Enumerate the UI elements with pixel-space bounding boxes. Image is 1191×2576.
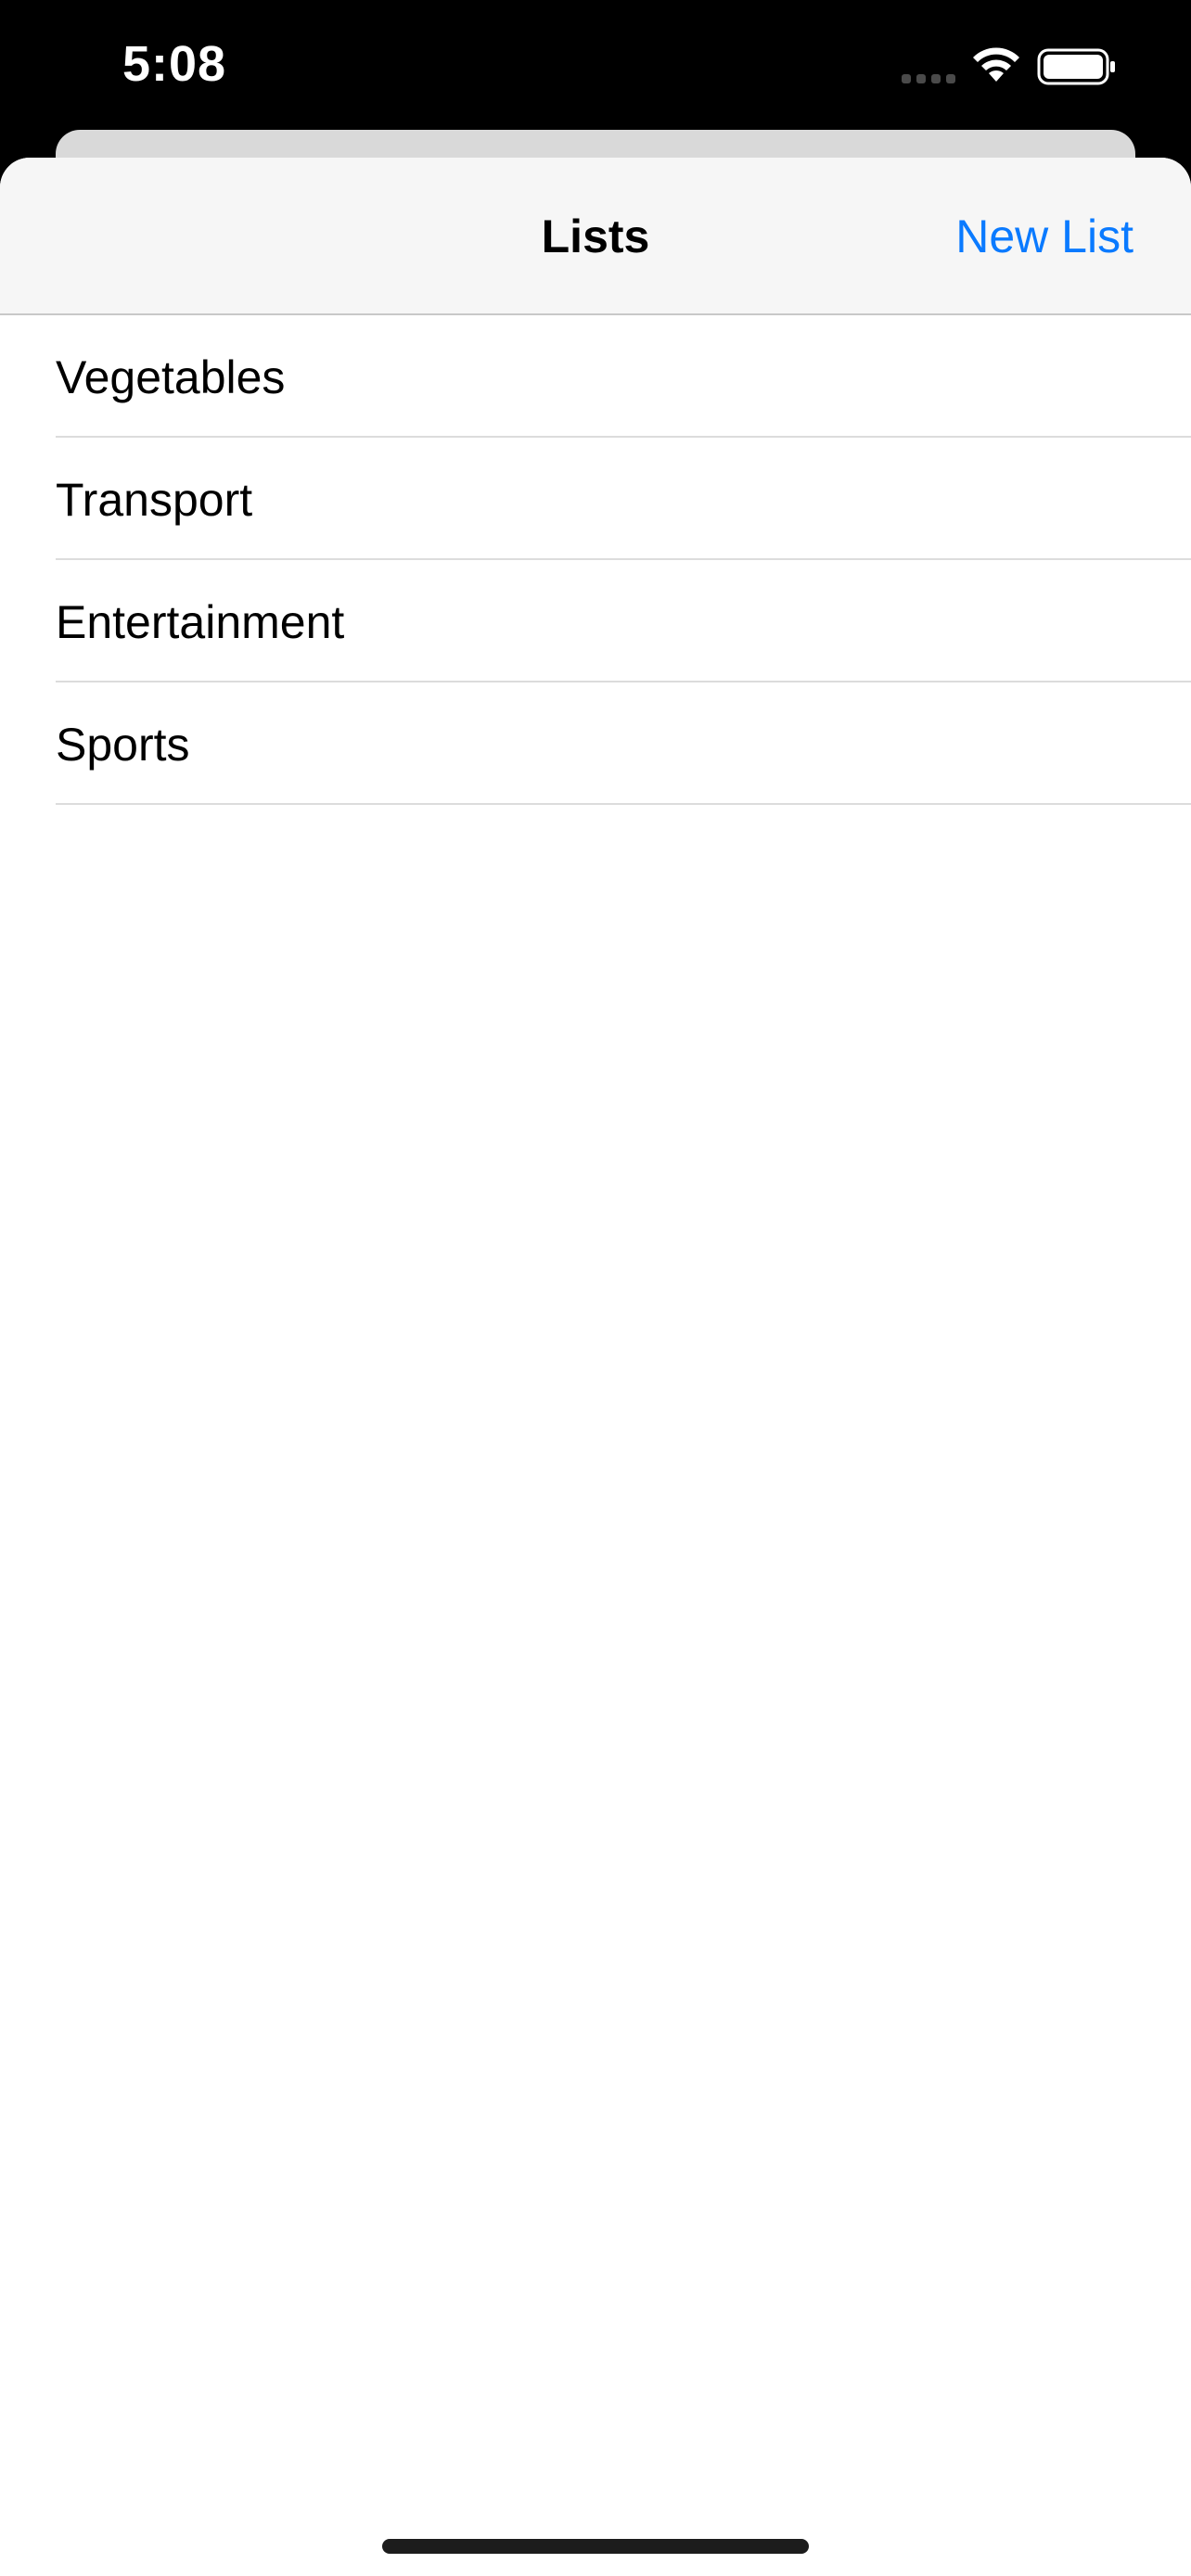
status-bar: 5:08 [0, 0, 1191, 130]
list-item-transport[interactable]: Transport [56, 438, 1191, 560]
new-list-button[interactable]: New List [955, 210, 1133, 263]
home-indicator[interactable] [382, 2539, 809, 2554]
wifi-icon [973, 47, 1019, 82]
lists-list: Vegetables Transport Entertainment Sport… [0, 315, 1191, 805]
list-item-sports[interactable]: Sports [56, 682, 1191, 805]
list-item-label: Transport [56, 474, 253, 526]
list-item-label: Entertainment [56, 596, 345, 648]
navigation-bar: Lists New List [0, 158, 1191, 315]
lists-sheet: Lists New List Vegetables Transport Ente… [0, 158, 1191, 2576]
status-time: 5:08 [122, 36, 227, 92]
list-item-label: Sports [56, 719, 190, 771]
list-item-label: Vegetables [56, 351, 286, 403]
list-item-vegetables[interactable]: Vegetables [56, 315, 1191, 438]
signal-dots-icon [902, 72, 957, 83]
battery-full-icon [1037, 48, 1115, 85]
list-item-entertainment[interactable]: Entertainment [56, 560, 1191, 682]
screen: 5:08 Lists New List Vegetables Transport… [0, 0, 1191, 2576]
